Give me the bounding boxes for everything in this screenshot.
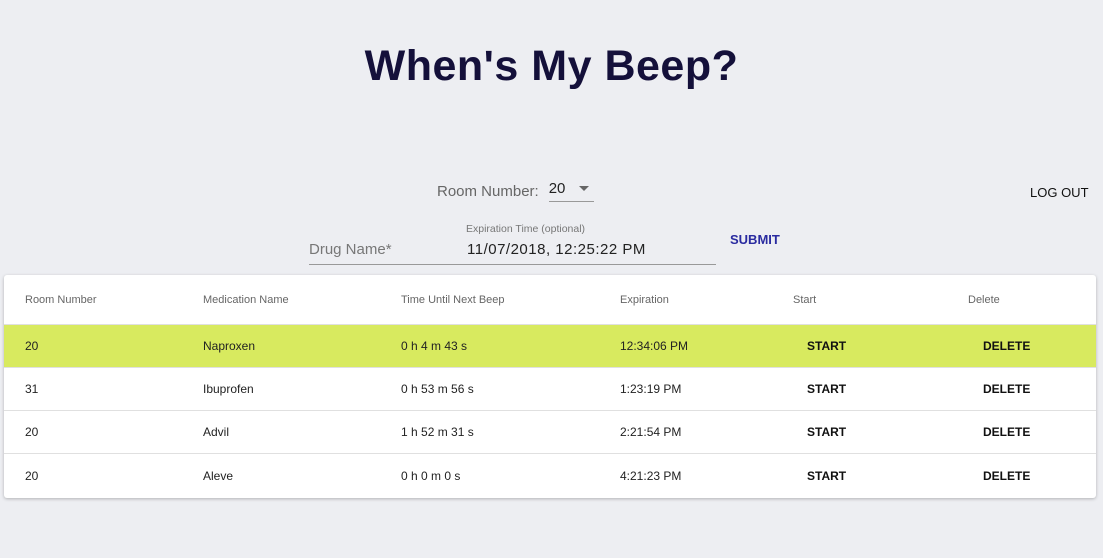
header-medication-name: Medication Name (203, 293, 289, 306)
header-time-until-next-beep: Time Until Next Beep (401, 293, 505, 306)
table-row: 20 Aleve 0 h 0 m 0 s 4:21:23 PM START DELETE (4, 454, 1096, 497)
medication-name-cell: Ibuprofen (203, 382, 254, 396)
logout-button[interactable]: LOG OUT (1030, 185, 1089, 200)
start-button[interactable]: START (807, 469, 846, 483)
expiration-cell: 12:34:06 PM (620, 339, 689, 353)
room-number-select[interactable]: 20 (548, 180, 594, 202)
delete-button[interactable]: DELETE (983, 425, 1030, 439)
room-number-label: Room Number: (437, 182, 539, 200)
expiration-cell: 2:21:54 PM (620, 425, 682, 439)
expiration-cell: 4:21:23 PM (620, 468, 682, 483)
time-until-beep-cell: 1 h 52 m 31 s (401, 425, 474, 439)
room-number-control: Room Number: 20 (437, 180, 594, 202)
time-until-beep-cell: 0 h 4 m 43 s (401, 339, 468, 353)
room-number-cell: 20 (25, 425, 39, 439)
start-button[interactable]: START (807, 382, 846, 396)
room-number-cell: 20 (25, 339, 39, 353)
submit-button[interactable]: SUBMIT (730, 232, 780, 247)
medication-name-cell: Aleve (203, 468, 234, 483)
expiration-time-label: Expiration Time (optional) (466, 223, 586, 235)
room-number-value: 20 (548, 180, 566, 197)
drug-name-input[interactable]: Drug Name* (309, 241, 459, 265)
time-until-beep-cell: 0 h 0 m 0 s (401, 468, 461, 483)
time-until-beep-cell: 0 h 53 m 56 s (401, 382, 474, 396)
table-row: 20 Advil 1 h 52 m 31 s 2:21:54 PM START DELET… (4, 411, 1096, 454)
table-header: Room Number Medication Name Time Until N… (4, 275, 1096, 325)
delete-button[interactable]: DELETE (983, 469, 1030, 483)
start-button[interactable]: START (807, 425, 846, 439)
medication-name-cell: Advil (203, 425, 230, 439)
delete-button[interactable]: DELETE (983, 382, 1030, 396)
header-expiration: Expiration (620, 293, 669, 306)
dropdown-arrow-icon (578, 186, 589, 191)
page-title: When's My Beep? (364, 42, 739, 90)
header-start: Start (793, 293, 817, 306)
expiration-time-input[interactable]: 11/07/2018, 12:25:22 PM (459, 241, 716, 265)
required-asterisk: * (385, 241, 392, 258)
medication-name-cell: Naproxen (203, 339, 256, 353)
table-row: 20 Naproxen 0 h 4 m 43 s 12:34:06 PM START DE… (4, 325, 1096, 368)
drug-name-label: Drug Name (309, 241, 386, 258)
medication-table: Room Number Medication Name Time Until N… (4, 275, 1096, 498)
expiration-cell: 1:23:19 PM (620, 382, 682, 396)
delete-button[interactable]: DELETE (983, 339, 1030, 353)
header-delete: Delete (968, 293, 1000, 306)
header-room-number: Room Number (25, 293, 97, 306)
room-number-cell: 20 (25, 468, 39, 483)
room-number-cell: 31 (25, 382, 39, 396)
start-button[interactable]: START (807, 339, 846, 353)
table-row: 31 Ibuprofen 0 h 53 m 56 s 1:23:19 PM START D… (4, 368, 1096, 411)
